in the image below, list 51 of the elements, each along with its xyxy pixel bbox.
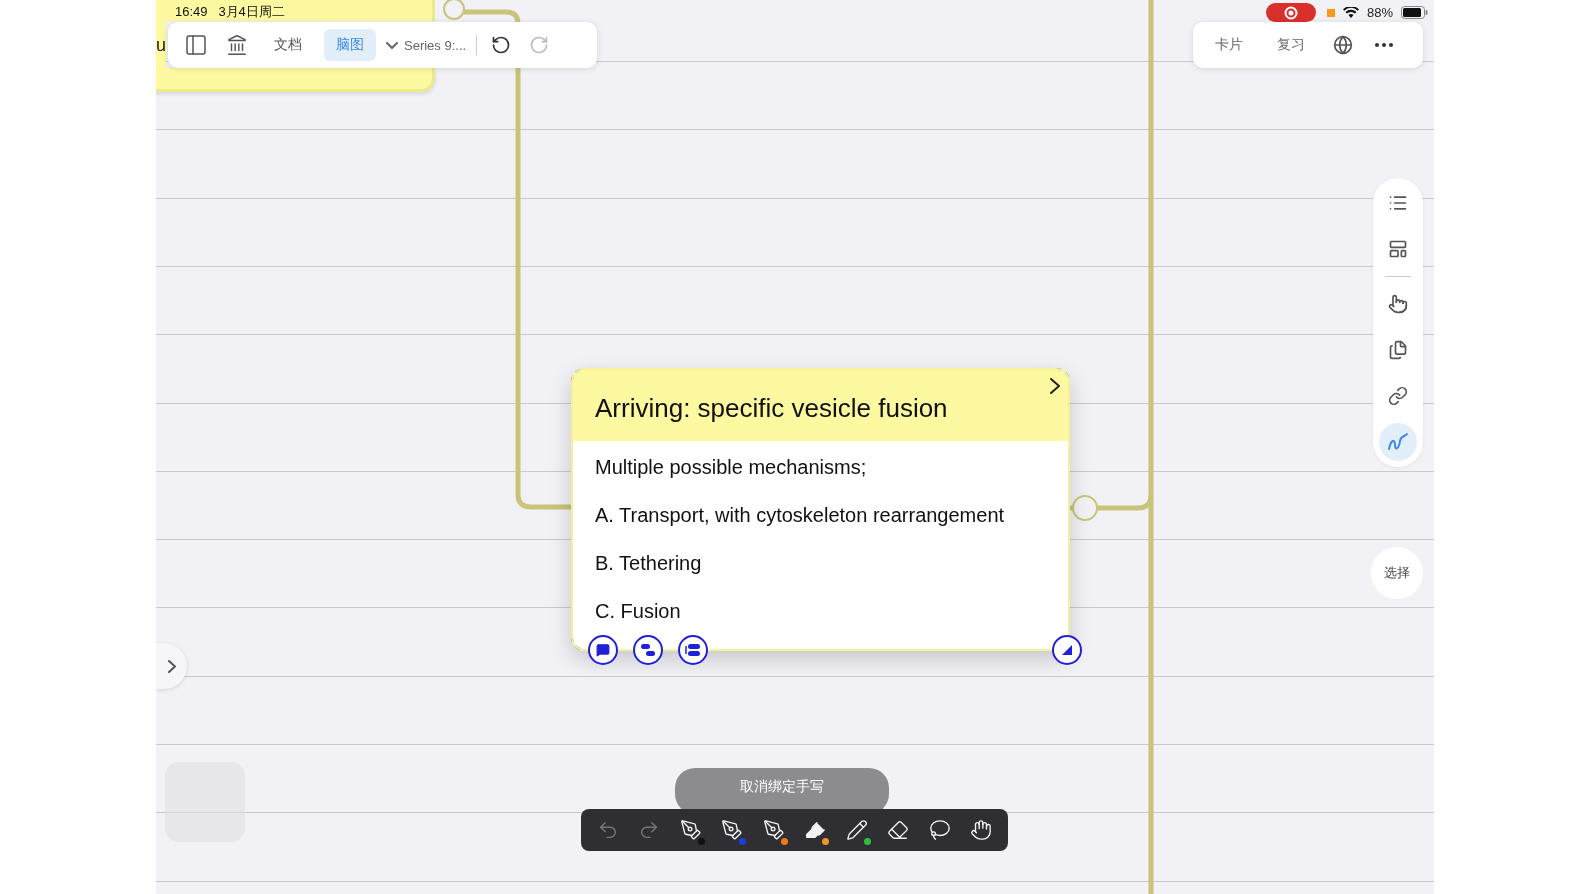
pen-icon — [679, 819, 702, 841]
status-time: 16:49 3月4日周二 — [175, 4, 286, 19]
comment-button[interactable] — [588, 635, 618, 665]
wifi-icon — [1343, 6, 1359, 19]
card-text-line: Multiple possible mechanisms; — [595, 455, 868, 479]
battery-percent: 88% — [1367, 5, 1394, 20]
mind-map-node[interactable]: 16:49 3月4日周二 — [156, 0, 435, 21]
expand-button[interactable] — [1048, 376, 1062, 396]
card-text-line: B. Tethering — [595, 551, 703, 575]
squiggle-icon — [1387, 431, 1409, 453]
card-title: Arriving: specific vesicle fusion — [595, 393, 948, 424]
layout-icon — [1388, 239, 1408, 259]
add-sibling-button[interactable] — [678, 635, 708, 665]
battery-icon — [1401, 6, 1429, 19]
chevron-right-icon — [1050, 378, 1060, 394]
nodes-icon — [640, 643, 656, 657]
globe-icon — [1333, 35, 1353, 55]
copy-icon — [1388, 340, 1408, 360]
view-tab[interactable]: 文档 — [262, 29, 314, 61]
building-icon — [226, 34, 248, 56]
chevron-right-icon — [167, 659, 176, 673]
nodes-icon — [685, 643, 701, 657]
breadcrumb-button[interactable]: Series 9:... — [386, 37, 467, 53]
pen-icon — [721, 819, 744, 841]
privacy-indicator — [1327, 8, 1335, 17]
more-icon — [1375, 43, 1393, 47]
lasso-icon — [928, 819, 951, 841]
sidebar-icon — [184, 33, 208, 57]
link-icon — [1388, 386, 1408, 406]
add-child-button[interactable] — [633, 635, 663, 665]
pen-icon — [762, 819, 785, 841]
partial-text: u — [156, 34, 166, 55]
card-text-line: A. Transport, with cytoskeleton rearrangement — [595, 503, 1006, 527]
highlighter-icon — [804, 819, 827, 841]
corner-icon — [1061, 644, 1073, 656]
toolbar-button[interactable]: 卡片 — [1205, 30, 1253, 60]
select-button[interactable]: 选择 — [1371, 547, 1423, 599]
pencil-icon — [845, 819, 868, 841]
redo-icon — [529, 35, 550, 55]
mind-map-card[interactable]: Arriving: specific vesicle fusion Multiple possible mechanisms; A. Transport, with cytoskeleton rearrangement B. Tethering C. Fusion — [571, 368, 1070, 651]
hand-icon — [970, 819, 993, 841]
chevron-down-icon — [386, 41, 398, 49]
outline-icon — [1388, 193, 1408, 213]
resize-handle[interactable] — [1052, 635, 1082, 665]
eraser-icon — [887, 819, 910, 841]
pointer-icon — [1388, 294, 1408, 314]
comment-icon — [596, 643, 610, 657]
undo-icon — [491, 35, 512, 55]
card-text-line: C. Fusion — [595, 599, 682, 623]
toolbar-button[interactable]: 复习 — [1267, 30, 1315, 60]
side-tool-button[interactable] — [1379, 423, 1417, 461]
